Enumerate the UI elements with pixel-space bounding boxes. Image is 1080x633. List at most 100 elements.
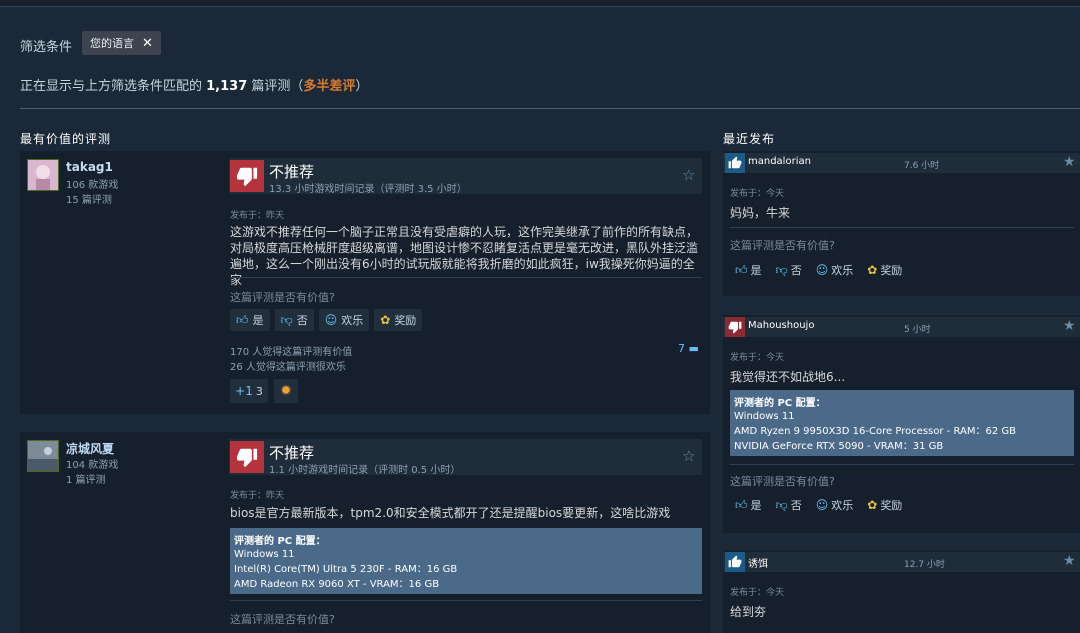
award-button[interactable]: ✿ 奖励: [867, 497, 902, 513]
helpful-section-title: 最有价值的评测: [20, 132, 112, 146]
review-card: 凉城风夏 104 款游戏 1 篇评测 不推荐 1.1 小时游戏时间记录（评测时 …: [20, 432, 710, 633]
review-text: 我觉得还不如战地6...: [730, 370, 846, 384]
divider: [230, 277, 702, 278]
star-icon[interactable]: ★: [1063, 318, 1076, 334]
award-button[interactable]: ✿ 奖励: [867, 262, 902, 278]
spec-os: Windows 11: [734, 411, 795, 422]
divider: [230, 600, 702, 601]
award-icon: ✿: [380, 313, 391, 327]
star-icon[interactable]: ★: [1063, 553, 1076, 569]
spec-os: Windows 11: [234, 549, 295, 560]
posted-date: 发布于：今天: [730, 588, 785, 598]
recent-review-header[interactable]: Mahoushoujo 5 小时 ★: [723, 317, 1080, 337]
thumbs-down-icon: 👎︎: [775, 497, 788, 512]
vote-funny-button[interactable]: ☺ 欢乐: [318, 309, 370, 331]
vote-no-button[interactable]: 👎︎ 否: [776, 497, 802, 513]
review-text: 给到夯: [730, 605, 767, 619]
divider: [20, 108, 1080, 109]
thumbs-down-icon: [725, 317, 745, 337]
vote-funny-button[interactable]: ☺ 欢乐: [816, 497, 854, 513]
smiley-icon: ☺: [324, 313, 338, 327]
verdict: 不推荐: [269, 444, 315, 462]
products-owned[interactable]: 106 款游戏: [66, 178, 118, 193]
comment-icon: ▬: [688, 342, 699, 355]
award-icon: ✿: [867, 263, 878, 277]
award-button[interactable]: ✿ 奖励: [374, 309, 423, 331]
review-text: bios是官方最新版本，tpm2.0和安全模式都开了还是提醒bios要更新，这啥…: [230, 506, 671, 520]
recent-review-card: mandalorian 7.6 小时 ★ 发布于：今天 妈妈，牛来 这篇评测是否…: [723, 151, 1080, 296]
divider: [730, 227, 1074, 228]
smiley-icon: ☺: [815, 498, 829, 512]
reviewer-name[interactable]: takag1: [66, 160, 113, 174]
helpful-question: 这篇评测是否有价值?: [730, 475, 835, 488]
recent-section-title: 最近发布: [723, 132, 776, 146]
recent-review-card: Mahoushoujo 5 小时 ★ 发布于：今天 我觉得还不如战地6... 评…: [723, 315, 1080, 533]
vote-yes-label: 是: [252, 314, 264, 327]
award-count: 3: [255, 384, 263, 398]
thumbs-up-icon: 👍︎: [236, 312, 249, 327]
close-icon[interactable]: ✕: [142, 36, 153, 51]
posted-date: 发布于：昨天: [230, 491, 285, 501]
spec-title: 评测者的 PC 配置：: [234, 536, 326, 547]
star-icon[interactable]: ☆: [682, 166, 695, 184]
products-owned[interactable]: 104 款游戏: [66, 458, 118, 473]
recent-reviewer-name[interactable]: mandalorian: [748, 156, 811, 167]
vote-buttons: 👍︎ 是 👎︎ 否 ☺ 欢乐 ✿ 奖励: [735, 262, 902, 278]
vote-funny-label: 欢乐: [341, 314, 364, 327]
vote-yes-button[interactable]: 👍︎ 是: [230, 309, 270, 331]
comments-link[interactable]: 7 ▬: [678, 342, 699, 355]
recent-playtime: 7.6 小时: [904, 161, 940, 171]
plus-one-icon: +1: [235, 384, 253, 398]
vote-buttons: 👍︎ 是 👎︎ 否 ☺ 欢乐 ✿ 奖励: [735, 497, 902, 513]
review-card: takag1 106 款游戏 15 篇评测 不推荐 13.3 小时游戏时间记录（…: [20, 151, 710, 414]
recent-review-header[interactable]: mandalorian 7.6 小时 ★: [723, 153, 1080, 173]
award-sun-icon[interactable]: ✹: [274, 379, 298, 403]
vote-yes-label: 是: [750, 499, 762, 512]
review-text: 这游戏不推荐任何一个脑子正常且没有受虐癖的人玩，这作完美继承了前作的所有缺点，对…: [230, 225, 699, 287]
avatar[interactable]: [27, 159, 59, 191]
thumbs-up-icon: [725, 552, 745, 572]
review-count[interactable]: 15 篇评测: [66, 193, 112, 208]
award-label: 奖励: [394, 314, 417, 327]
top-strip: [0, 0, 1080, 7]
review-count[interactable]: 1 篇评测: [66, 473, 106, 488]
vote-no-label: 否: [296, 314, 308, 327]
verdict: 不推荐: [269, 163, 315, 181]
filter-label: 筛选条件: [20, 40, 73, 55]
award-icon: ✿: [867, 498, 878, 512]
vote-funny-button[interactable]: ☺ 欢乐: [816, 262, 854, 278]
vote-funny-label: 欢乐: [831, 264, 854, 277]
posted-date: 发布于：昨天: [230, 211, 285, 221]
vote-header[interactable]: 不推荐 13.3 小时游戏时间记录（评测时 3.5 小时） ☆: [229, 158, 702, 195]
vote-yes-button[interactable]: 👍︎ 是: [735, 262, 762, 278]
summary-suffix: ）: [355, 79, 369, 94]
posted-date: 发布于：今天: [730, 189, 785, 199]
vote-yes-button[interactable]: 👍︎ 是: [735, 497, 762, 513]
playtime: 13.3 小时游戏时间记录（评测时 3.5 小时）: [269, 184, 467, 195]
thumbs-down-icon: [230, 160, 264, 192]
recent-review-header[interactable]: 诱饵 12.7 小时 ★: [723, 552, 1080, 572]
thumbs-up-icon: 👍︎: [735, 497, 748, 512]
vote-funny-label: 欢乐: [831, 499, 854, 512]
thumbs-down-icon: 👎︎: [775, 262, 788, 277]
reviewer-name[interactable]: 凉城风夏: [66, 440, 114, 457]
award-label: 奖励: [880, 499, 903, 512]
star-icon[interactable]: ☆: [682, 447, 695, 465]
language-filter-chip[interactable]: 您的语言 ✕: [82, 31, 161, 55]
smiley-icon: ☺: [815, 263, 829, 277]
vote-no-button[interactable]: 👎︎ 否: [776, 262, 802, 278]
vote-no-label: 否: [790, 499, 802, 512]
recent-reviewer-name[interactable]: Mahoushoujo: [748, 320, 814, 331]
thumbs-up-icon: 👍︎: [735, 262, 748, 277]
helpful-question: 这篇评测是否有价值?: [230, 613, 335, 626]
avatar[interactable]: [27, 440, 59, 472]
rating-summary[interactable]: 多半差评: [303, 79, 355, 94]
star-icon[interactable]: ★: [1063, 154, 1076, 170]
spec-cpu: AMD Ryzen 9 9950X3D 16-Core Processor - …: [734, 426, 1016, 437]
recent-reviewer-name[interactable]: 诱饵: [748, 555, 768, 570]
vote-no-button[interactable]: 👎︎ 否: [274, 309, 314, 331]
vote-header[interactable]: 不推荐 1.1 小时游戏时间记录（评测时 0.5 小时） ☆: [229, 439, 702, 476]
vote-buttons: 👍︎ 是 👎︎ 否 ☺ 欢乐 ✿ 奖励: [230, 309, 423, 331]
recent-playtime: 12.7 小时: [904, 560, 945, 570]
award-badge[interactable]: +1 3: [230, 379, 268, 403]
